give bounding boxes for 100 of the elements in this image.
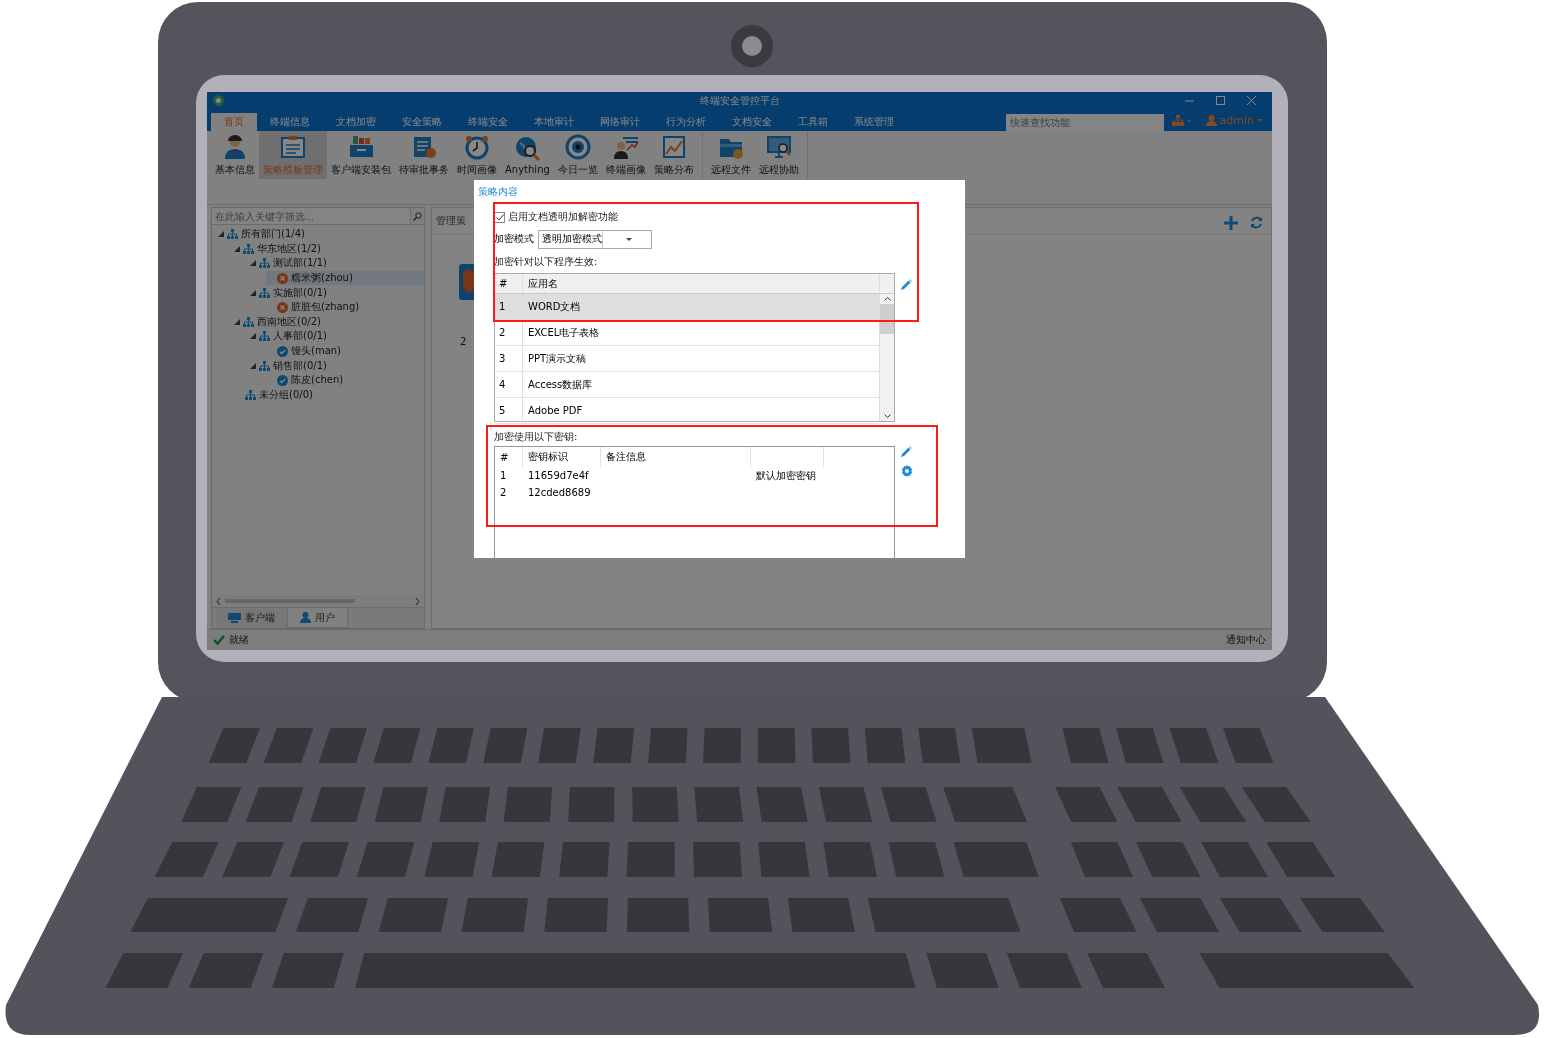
vertical-scrollbar[interactable] (879, 274, 894, 421)
table-row[interactable]: 5 Adobe PDF (495, 398, 879, 424)
org-chart-icon (259, 331, 270, 342)
person-icon (222, 133, 248, 160)
group-tree-item[interactable]: 西南地区(0/2) (234, 314, 424, 330)
column-header: 应用名 (527, 276, 558, 291)
user-icon (1205, 114, 1217, 126)
ribbon-button[interactable]: 待审批事务 (395, 131, 453, 179)
ribbon-button[interactable]: 时间画像 (453, 131, 501, 179)
menu-tab[interactable]: 系统管理 (841, 113, 907, 131)
org-chart-icon (243, 316, 254, 327)
column-header: 备注信息 (601, 447, 751, 467)
table-cell: 12cded8689 (528, 487, 591, 498)
collapse-arrow-icon[interactable] (250, 260, 256, 267)
window-title: 终端安全管控平台 (699, 94, 780, 106)
ribbon-button[interactable]: 远程协助 (754, 131, 803, 179)
org-chart-icon (227, 229, 238, 240)
ribbon-button[interactable]: Anything (501, 131, 554, 179)
panel-tab[interactable]: 用户 (287, 608, 348, 628)
webcam-icon (731, 25, 773, 67)
section-label: 加密使用以下密钥: (494, 430, 579, 442)
group-tree-item[interactable]: 所有部门(1/4) (218, 227, 424, 242)
table-row[interactable]: 2 EXCEL电子表格 (495, 320, 879, 346)
status-text: 就绪 (229, 633, 249, 647)
caret-icon (1257, 118, 1262, 122)
plus-icon[interactable] (1224, 216, 1238, 230)
section-label: 加密针对以下程序生效: (494, 255, 599, 267)
scroll-up-icon[interactable] (883, 297, 891, 301)
monitor-icon (228, 613, 241, 623)
org-chart-icon (245, 389, 256, 400)
table-row[interactable]: 4 Access数据库 (495, 372, 879, 398)
menu-tab[interactable]: 终端信息 (257, 113, 323, 131)
ribbon-button[interactable]: 客户端安装包 (327, 131, 395, 179)
org-chart-icon (259, 258, 270, 269)
table-cell-text: Adobe PDF (527, 405, 583, 416)
org-chart-icon (259, 360, 270, 371)
notification-center-link[interactable]: 通知中心 (1226, 633, 1266, 647)
menu-tab[interactable]: 行为分析 (653, 113, 719, 131)
field-label: 加密模式 (494, 232, 534, 246)
menu-tab[interactable]: 工具箱 (785, 113, 841, 131)
settings-icon[interactable] (901, 465, 913, 477)
table-cell: 4 (495, 372, 523, 397)
globe-icon (514, 135, 541, 161)
collapse-arrow-icon[interactable] (218, 231, 224, 238)
count-text: 2 (460, 336, 467, 347)
table-cell: 2 (500, 487, 507, 498)
table-cell-text: EXCEL电子表格 (527, 325, 600, 340)
column-header: 密钥标识 (523, 447, 601, 467)
ribbon-button[interactable]: 终端画像 (601, 131, 650, 179)
group-tree-item[interactable]: 测试部(1/1) (250, 256, 424, 271)
group-tree-item[interactable]: 销售部(0/1) (250, 358, 424, 373)
refresh-icon[interactable] (1250, 216, 1263, 229)
table-cell: 默认加密密钥 (756, 468, 816, 483)
user-tree-item[interactable]: 陈皮(chen) (266, 372, 424, 388)
column-header: # (495, 447, 523, 467)
group-tree-item[interactable]: 华东地区(1/2) (234, 241, 424, 257)
ribbon-button[interactable]: 策略分布 (649, 131, 698, 179)
pencil-icon[interactable] (901, 279, 912, 290)
user-tree-item[interactable]: 糯米粥(zhou) (266, 270, 424, 286)
user-tree-item[interactable]: 馒头(man) (266, 343, 424, 359)
ribbon-button[interactable]: 今日一览 (553, 131, 602, 179)
pencil-icon[interactable] (901, 446, 912, 457)
maximize-icon[interactable] (1216, 96, 1225, 105)
panel-header: 管理策 (436, 214, 466, 228)
group-tree-item[interactable]: 人事部(0/1) (250, 329, 424, 344)
scrollbar-thumb[interactable] (880, 304, 894, 334)
scroll-down-icon[interactable] (883, 414, 891, 418)
ribbon-button[interactable]: 远程文件 (706, 131, 755, 179)
menu-tab[interactable]: 文档安全 (719, 113, 785, 131)
menu-tab[interactable]: 网络审计 (587, 113, 653, 131)
checkbox-label[interactable]: 启用文档透明加解密功能 (508, 210, 618, 224)
collapse-arrow-icon[interactable] (234, 318, 240, 325)
search-button[interactable] (410, 208, 424, 224)
mode-dropdown[interactable]: 透明加密模式 (538, 229, 652, 249)
clipboard-icon (280, 133, 306, 160)
horizontal-scrollbar[interactable] (212, 595, 424, 607)
menu-tab[interactable]: 文档加密 (323, 113, 389, 131)
close-icon[interactable] (1247, 96, 1256, 105)
group-tree-item[interactable]: 未分组(0/0) (234, 387, 424, 403)
table-cell-text: Access数据库 (527, 377, 593, 392)
group-tree-item[interactable]: 实施部(0/1) (250, 285, 424, 300)
table-row[interactable]: 3 PPT演示文稿 (495, 346, 879, 372)
user-icon (300, 612, 311, 623)
menu-tab[interactable]: 终端安全 (455, 113, 521, 131)
org-chart-icon (259, 287, 270, 298)
scroll-left-icon[interactable] (216, 597, 221, 605)
collapse-arrow-icon[interactable] (250, 333, 256, 340)
menu-tab[interactable]: 本地审计 (521, 113, 587, 131)
ribbon-button[interactable]: 基本信息 (211, 131, 259, 179)
table-row[interactable]: 1 WORD文档 (495, 294, 879, 320)
collapse-arrow-icon[interactable] (234, 245, 240, 252)
collapse-arrow-icon[interactable] (250, 289, 256, 296)
table-cell: 2 (495, 320, 523, 345)
table-cell: 1 (500, 470, 507, 481)
table-cell-text: PPT演示文稿 (527, 351, 587, 366)
user-tree-item[interactable]: 脏脏包(zhang) (266, 299, 424, 315)
menu-tab[interactable]: 安全策略 (389, 113, 455, 131)
scroll-right-icon[interactable] (415, 597, 420, 605)
check-icon (213, 635, 225, 645)
collapse-arrow-icon[interactable] (250, 362, 256, 369)
